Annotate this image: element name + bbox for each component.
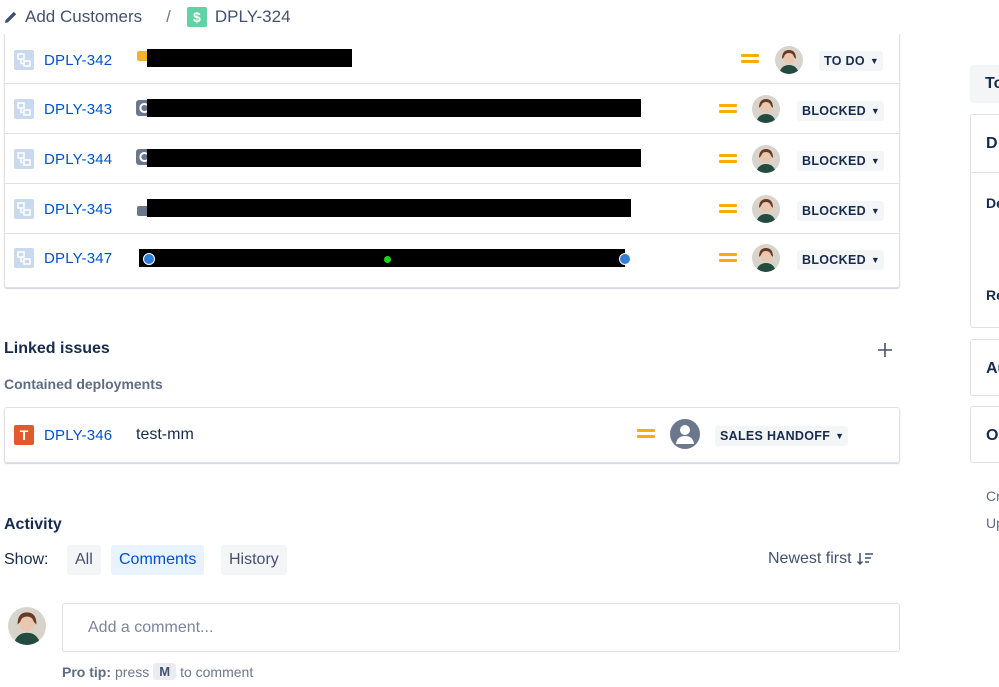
child-issue-row[interactable]: DPLY-345 BLOCKED ▼ xyxy=(5,184,899,234)
chevron-down-icon: ▼ xyxy=(870,156,881,166)
subtask-icon xyxy=(14,99,34,119)
other-card-title: O xyxy=(986,427,999,444)
child-issue-row[interactable]: DPLY-342 TO DO ▼ xyxy=(5,34,899,84)
linked-issue-row[interactable]: T DPLY-346 test-mm SALES HANDOFF ▼ xyxy=(4,407,900,463)
automation-card-title: Au xyxy=(986,360,999,377)
issue-key-link[interactable]: DPLY-343 xyxy=(44,101,112,118)
dollar-icon: $ xyxy=(186,7,207,27)
subtask-icon xyxy=(14,199,34,219)
priority-medium-icon xyxy=(741,54,759,66)
status-dropdown[interactable]: BLOCKED ▼ xyxy=(797,250,885,270)
keyboard-shortcut-key: M xyxy=(153,663,177,680)
assignee-avatar[interactable] xyxy=(775,46,803,74)
breadcrumb: Add Customers / $ DPLY-324 xyxy=(4,4,291,30)
filter-comments-button[interactable]: Comments xyxy=(111,545,205,575)
pro-tip: Pro tip: press M to comment xyxy=(62,663,253,680)
created-label: Cr xyxy=(986,488,999,504)
child-issue-row[interactable]: DPLY-343 BLOCKED ▼ xyxy=(5,84,899,134)
assignee-avatar[interactable] xyxy=(752,145,780,173)
status-dropdown[interactable]: BLOCKED ▼ xyxy=(797,151,885,171)
breadcrumb-parent-label: Add Customers xyxy=(25,7,143,26)
priority-medium-icon xyxy=(719,204,737,216)
breadcrumb-current-key: DPLY-324 xyxy=(214,7,291,26)
selection-midpoint xyxy=(384,256,391,263)
priority-medium-icon xyxy=(719,104,737,116)
redacted-summary xyxy=(139,249,625,267)
subtask-icon xyxy=(14,50,34,70)
linked-issues-subtitle: Contained deployments xyxy=(4,376,163,392)
sort-descending-icon xyxy=(856,553,873,566)
child-issue-row[interactable]: DPLY-344 BLOCKED ▼ xyxy=(5,134,899,184)
other-card[interactable]: O xyxy=(970,406,999,463)
status-label: BLOCKED xyxy=(802,204,866,218)
pro-tip-suffix: to comment xyxy=(180,663,254,680)
assignee-avatar[interactable] xyxy=(752,195,780,223)
deployment-type-icon: T xyxy=(14,425,34,445)
priority-medium-icon xyxy=(637,429,655,441)
status-label: BLOCKED xyxy=(802,104,866,118)
unassigned-avatar-icon[interactable] xyxy=(670,419,700,449)
status-label: TO DO xyxy=(824,54,865,68)
issue-key-link[interactable]: DPLY-346 xyxy=(44,427,112,444)
priority-medium-icon xyxy=(719,253,737,265)
add-icon[interactable] xyxy=(875,340,895,360)
details-field-label: Re xyxy=(986,287,999,303)
show-label: Show: xyxy=(4,551,49,568)
status-dropdown[interactable]: BLOCKED ▼ xyxy=(797,201,885,221)
redacted-summary xyxy=(147,199,631,217)
breadcrumb-parent-link[interactable]: Add Customers xyxy=(4,7,142,27)
sort-order-label: Newest first xyxy=(768,550,852,567)
subtask-icon xyxy=(14,248,34,268)
linked-issues-title: Linked issues xyxy=(4,340,110,357)
activity-title: Activity xyxy=(4,516,62,533)
redacted-summary xyxy=(147,49,352,67)
status-label: BLOCKED xyxy=(802,154,866,168)
status-dropdown[interactable]: TO DO ▼ xyxy=(819,51,884,71)
chevron-down-icon: ▼ xyxy=(870,106,881,116)
updated-label: Up xyxy=(986,515,999,531)
filter-all-button[interactable]: All xyxy=(67,545,101,575)
chevron-down-icon: ▼ xyxy=(869,56,880,66)
automation-card[interactable]: Au xyxy=(970,339,999,396)
child-issue-row[interactable]: DPLY-347 BLOCKED ▼ xyxy=(5,234,899,284)
issue-summary[interactable]: test-mm xyxy=(136,426,194,444)
chevron-down-icon: ▼ xyxy=(835,431,845,441)
details-card: D De Re xyxy=(970,114,999,328)
selection-handle-start[interactable] xyxy=(143,253,155,265)
add-comment-input[interactable]: Add a comment... xyxy=(62,603,900,652)
redacted-summary xyxy=(147,99,641,117)
status-label: BLOCKED xyxy=(802,253,866,267)
sort-order-button[interactable]: Newest first xyxy=(768,550,873,568)
selection-handle-end[interactable] xyxy=(619,253,631,265)
card-divider xyxy=(971,172,999,173)
issue-key-link[interactable]: DPLY-344 xyxy=(44,151,112,168)
subtask-icon xyxy=(14,149,34,169)
issue-key-link[interactable]: DPLY-347 xyxy=(44,250,112,267)
details-field-label: De xyxy=(986,195,999,211)
status-dropdown[interactable]: SALES HANDOFF ▼ xyxy=(715,426,849,446)
chevron-down-icon: ▼ xyxy=(870,255,881,265)
breadcrumb-separator: / xyxy=(166,7,171,26)
status-label: SALES HANDOFF xyxy=(720,429,831,443)
pencil-icon xyxy=(5,11,17,23)
issue-key-link[interactable]: DPLY-342 xyxy=(44,52,112,69)
redacted-summary xyxy=(147,149,641,167)
details-card-title: D xyxy=(986,135,998,152)
priority-medium-icon xyxy=(719,154,737,166)
filter-history-button[interactable]: History xyxy=(221,545,287,575)
child-issues-table: DPLY-342 TO DO ▼ DPLY-343 BLOCKED ▼ DPLY-3… xyxy=(4,34,900,288)
chevron-down-icon: ▼ xyxy=(870,206,881,216)
assignee-avatar[interactable] xyxy=(752,95,780,123)
pro-tip-label: Pro tip: xyxy=(62,663,111,680)
pro-tip-press: press xyxy=(115,663,150,680)
status-dropdown[interactable]: BLOCKED ▼ xyxy=(797,101,885,121)
right-panel-button[interactable]: To xyxy=(970,65,999,103)
assignee-avatar[interactable] xyxy=(752,244,780,272)
breadcrumb-current-link[interactable]: $ DPLY-324 xyxy=(186,7,291,27)
issue-key-link[interactable]: DPLY-345 xyxy=(44,201,112,218)
current-user-avatar xyxy=(8,607,46,645)
comment-placeholder: Add a comment... xyxy=(88,618,214,636)
